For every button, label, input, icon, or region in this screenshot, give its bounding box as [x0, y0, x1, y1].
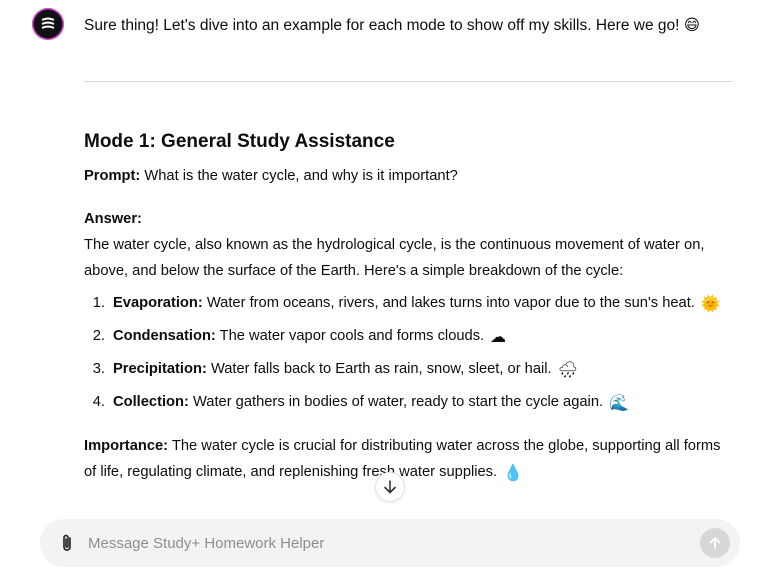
- importance-paragraph: Importance: The water cycle is crucial f…: [84, 433, 734, 485]
- list-item: 1. Evaporation: Water from oceans, river…: [84, 290, 744, 323]
- answer-label: Answer:: [84, 211, 142, 227]
- step-text: The water vapor cools and forms clouds.: [215, 328, 485, 344]
- list-item: 3. Precipitation: Water falls back to Ea…: [84, 356, 744, 389]
- wave-emoji-icon: 🌊: [609, 395, 629, 412]
- step-number: 2.: [92, 328, 105, 344]
- paperclip-icon: [63, 534, 71, 551]
- rain-cloud-emoji-icon: 🌧: [557, 362, 578, 379]
- answer-text: The water cycle, also known as the hydro…: [84, 237, 705, 279]
- step-text: Water from oceans, rivers, and lakes tur…: [202, 295, 695, 311]
- step-term: Precipitation:: [113, 361, 207, 377]
- arrow-down-icon: [384, 480, 396, 494]
- step-term: Condensation:: [113, 328, 216, 344]
- step-number: 1.: [92, 295, 105, 311]
- droplet-emoji-icon: 💧: [503, 465, 524, 482]
- attach-button[interactable]: [54, 530, 80, 556]
- books-stack-icon: [41, 17, 55, 29]
- scroll-to-bottom-button[interactable]: [375, 472, 405, 502]
- step-term: Collection:: [113, 394, 189, 410]
- prompt-line: Prompt: What is the water cycle, and why…: [84, 163, 744, 189]
- cloud-emoji-icon: ☁: [490, 329, 507, 346]
- sun-emoji-icon: 🌞: [700, 296, 721, 313]
- divider: [84, 81, 733, 82]
- list-item: 4. Collection: Water gathers in bodies o…: [84, 389, 744, 422]
- step-text: Water gathers in bodies of water, ready …: [188, 394, 604, 410]
- arrow-up-icon: [709, 537, 721, 549]
- prompt-text: What is the water cycle, and why is it i…: [140, 168, 458, 184]
- list-item: 2. Condensation: The water vapor cools a…: [84, 323, 744, 356]
- section-heading: Mode 1: General Study Assistance: [84, 131, 395, 152]
- importance-label: Importance:: [84, 438, 169, 454]
- water-cycle-steps: 1. Evaporation: Water from oceans, river…: [84, 290, 744, 422]
- step-number: 4.: [92, 394, 105, 410]
- send-button[interactable]: [700, 528, 730, 558]
- prompt-label: Prompt:: [84, 168, 141, 184]
- message-composer: Message Study+ Homework Helper: [40, 519, 740, 567]
- message-input[interactable]: Message Study+ Homework Helper: [88, 535, 700, 552]
- assistant-avatar: [32, 8, 64, 40]
- importance-text: The water cycle is crucial for distribut…: [84, 438, 721, 480]
- step-term: Evaporation:: [113, 295, 203, 311]
- intro-text: Sure thing! Let's dive into an example f…: [84, 17, 700, 34]
- step-number: 3.: [92, 361, 105, 377]
- step-text: Water falls back to Earth as rain, snow,…: [206, 361, 552, 377]
